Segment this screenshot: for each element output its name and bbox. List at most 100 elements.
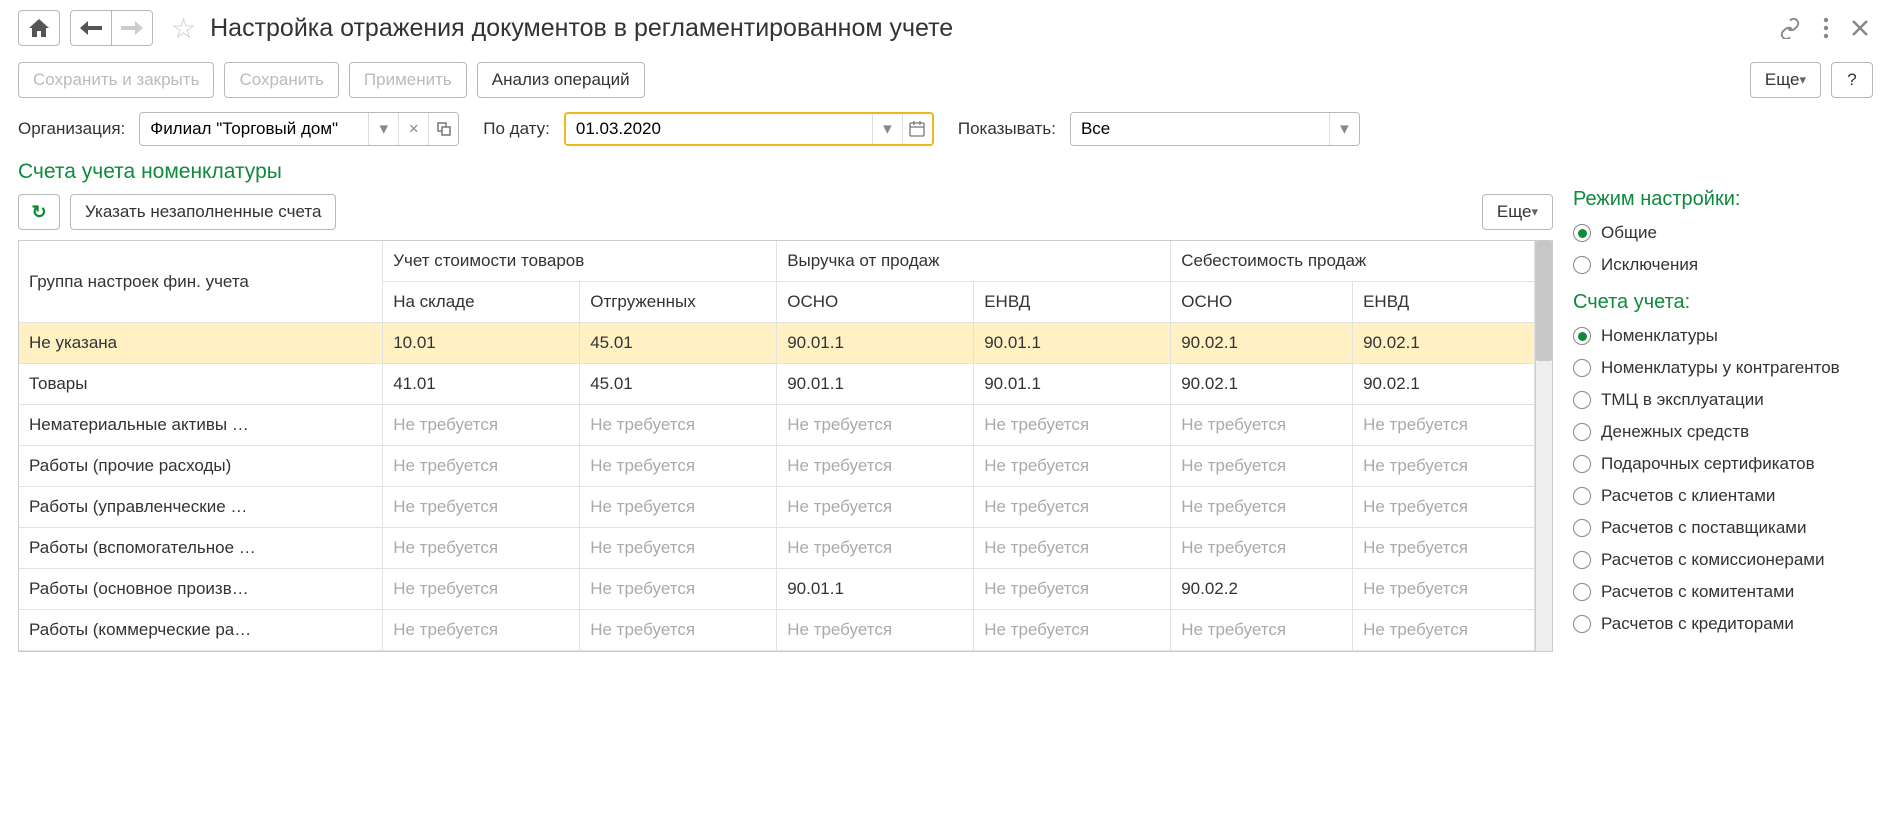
accounts-option[interactable]: ТМЦ в эксплуатации: [1573, 384, 1873, 416]
account-cell[interactable]: Не требуется: [1171, 610, 1353, 651]
table-row[interactable]: Работы (прочие расходы)Не требуетсяНе тр…: [19, 446, 1535, 487]
account-cell[interactable]: Не требуется: [580, 528, 777, 569]
row-name-cell[interactable]: Товары: [19, 364, 383, 405]
save-and-close-button[interactable]: Сохранить и закрыть: [18, 62, 214, 98]
col-osno-2[interactable]: ОСНО: [1171, 282, 1353, 323]
table-row[interactable]: Нематериальные активы …Не требуетсяНе тр…: [19, 405, 1535, 446]
col-group[interactable]: Группа настроек фин. учета: [19, 241, 383, 323]
row-name-cell[interactable]: Работы (коммерческие ра…: [19, 610, 383, 651]
account-cell[interactable]: Не требуется: [974, 528, 1171, 569]
accounts-option[interactable]: Расчетов с комиссионерами: [1573, 544, 1873, 576]
account-cell[interactable]: 90.01.1: [777, 364, 974, 405]
col-envd-1[interactable]: ЕНВД: [974, 282, 1171, 323]
account-cell[interactable]: Не требуется: [974, 487, 1171, 528]
account-cell[interactable]: Не требуется: [1353, 405, 1535, 446]
account-cell[interactable]: Не требуется: [383, 487, 580, 528]
table-row[interactable]: Работы (коммерческие ра…Не требуетсяНе т…: [19, 610, 1535, 651]
account-cell[interactable]: 10.01: [383, 323, 580, 364]
home-button[interactable]: [18, 10, 60, 46]
date-field[interactable]: ▾: [564, 112, 934, 146]
account-cell[interactable]: Не требуется: [1353, 446, 1535, 487]
help-button[interactable]: ?: [1831, 62, 1873, 98]
account-cell[interactable]: Не требуется: [1353, 569, 1535, 610]
account-cell[interactable]: Не требуется: [580, 487, 777, 528]
account-cell[interactable]: 90.01.1: [777, 323, 974, 364]
open-icon[interactable]: [428, 113, 458, 145]
save-button[interactable]: Сохранить: [224, 62, 338, 98]
refresh-button[interactable]: ↻: [18, 194, 60, 230]
more-button[interactable]: Еще: [1750, 62, 1821, 98]
row-name-cell[interactable]: Работы (основное произв…: [19, 569, 383, 610]
col-revenue[interactable]: Выручка от продаж: [777, 241, 1171, 282]
table-row[interactable]: Работы (вспомогательное …Не требуетсяНе …: [19, 528, 1535, 569]
fill-blank-accounts-button[interactable]: Указать незаполненные счета: [70, 194, 336, 230]
account-cell[interactable]: Не требуется: [383, 446, 580, 487]
account-cell[interactable]: Не требуется: [974, 405, 1171, 446]
accounts-option[interactable]: Расчетов с кредиторами: [1573, 608, 1873, 640]
account-cell[interactable]: 90.01.1: [974, 364, 1171, 405]
show-input[interactable]: [1071, 113, 1329, 145]
account-cell[interactable]: 90.02.2: [1171, 569, 1353, 610]
row-name-cell[interactable]: Работы (управленческие …: [19, 487, 383, 528]
account-cell[interactable]: Не требуется: [777, 610, 974, 651]
accounts-option[interactable]: Подарочных сертификатов: [1573, 448, 1873, 480]
account-cell[interactable]: 90.02.1: [1353, 364, 1535, 405]
row-name-cell[interactable]: Не указана: [19, 323, 383, 364]
account-cell[interactable]: Не требуется: [383, 405, 580, 446]
account-cell[interactable]: Не требуется: [777, 405, 974, 446]
accounts-option[interactable]: Расчетов с комитентами: [1573, 576, 1873, 608]
mode-option[interactable]: Общие: [1573, 217, 1873, 249]
col-osno-1[interactable]: ОСНО: [777, 282, 974, 323]
account-cell[interactable]: Не требуется: [1171, 487, 1353, 528]
accounts-option[interactable]: Номенклатуры: [1573, 320, 1873, 352]
account-cell[interactable]: Не требуется: [777, 487, 974, 528]
table-more-button[interactable]: Еще: [1482, 194, 1553, 230]
account-cell[interactable]: Не требуется: [1171, 405, 1353, 446]
chevron-down-icon[interactable]: ▾: [1329, 113, 1359, 145]
analyze-operations-button[interactable]: Анализ операций: [477, 62, 645, 98]
account-cell[interactable]: Не требуется: [580, 405, 777, 446]
col-shipped[interactable]: Отгруженных: [580, 282, 777, 323]
account-cell[interactable]: Не требуется: [974, 610, 1171, 651]
mode-option[interactable]: Исключения: [1573, 249, 1873, 281]
account-cell[interactable]: 90.02.1: [1353, 323, 1535, 364]
back-button[interactable]: [70, 10, 112, 46]
account-cell[interactable]: Не требуется: [580, 569, 777, 610]
col-warehouse[interactable]: На складе: [383, 282, 580, 323]
accounts-option[interactable]: Денежных средств: [1573, 416, 1873, 448]
link-icon[interactable]: [1775, 13, 1805, 43]
kebab-menu-icon[interactable]: [1819, 13, 1833, 43]
apply-button[interactable]: Применить: [349, 62, 467, 98]
account-cell[interactable]: Не требуется: [1171, 446, 1353, 487]
favorite-star-icon[interactable]: ☆: [171, 12, 196, 45]
account-cell[interactable]: Не требуется: [383, 569, 580, 610]
chevron-down-icon[interactable]: ▾: [368, 113, 398, 145]
row-name-cell[interactable]: Работы (вспомогательное …: [19, 528, 383, 569]
table-row[interactable]: Работы (основное произв…Не требуетсяНе т…: [19, 569, 1535, 610]
account-cell[interactable]: Не требуется: [777, 446, 974, 487]
close-icon[interactable]: [1847, 15, 1873, 41]
account-cell[interactable]: Не требуется: [974, 446, 1171, 487]
chevron-down-icon[interactable]: ▾: [872, 114, 902, 144]
account-cell[interactable]: 45.01: [580, 323, 777, 364]
scrollbar-thumb[interactable]: [1536, 241, 1552, 361]
account-cell[interactable]: Не требуется: [580, 446, 777, 487]
account-cell[interactable]: Не требуется: [1353, 528, 1535, 569]
account-cell[interactable]: 90.01.1: [974, 323, 1171, 364]
account-cell[interactable]: 90.01.1: [777, 569, 974, 610]
account-cell[interactable]: Не требуется: [974, 569, 1171, 610]
col-envd-2[interactable]: ЕНВД: [1353, 282, 1535, 323]
show-field[interactable]: ▾: [1070, 112, 1360, 146]
table-row[interactable]: Не указана10.0145.0190.01.190.01.190.02.…: [19, 323, 1535, 364]
account-cell[interactable]: 90.02.1: [1171, 323, 1353, 364]
account-cell[interactable]: Не требуется: [383, 528, 580, 569]
col-cost[interactable]: Себестоимость продаж: [1171, 241, 1535, 282]
account-cell[interactable]: Не требуется: [383, 610, 580, 651]
table-row[interactable]: Работы (управленческие …Не требуетсяНе т…: [19, 487, 1535, 528]
accounts-option[interactable]: Расчетов с клиентами: [1573, 480, 1873, 512]
accounts-option[interactable]: Номенклатуры у контрагентов: [1573, 352, 1873, 384]
account-cell[interactable]: Не требуется: [777, 528, 974, 569]
row-name-cell[interactable]: Работы (прочие расходы): [19, 446, 383, 487]
calendar-icon[interactable]: [902, 114, 932, 144]
account-cell[interactable]: 41.01: [383, 364, 580, 405]
